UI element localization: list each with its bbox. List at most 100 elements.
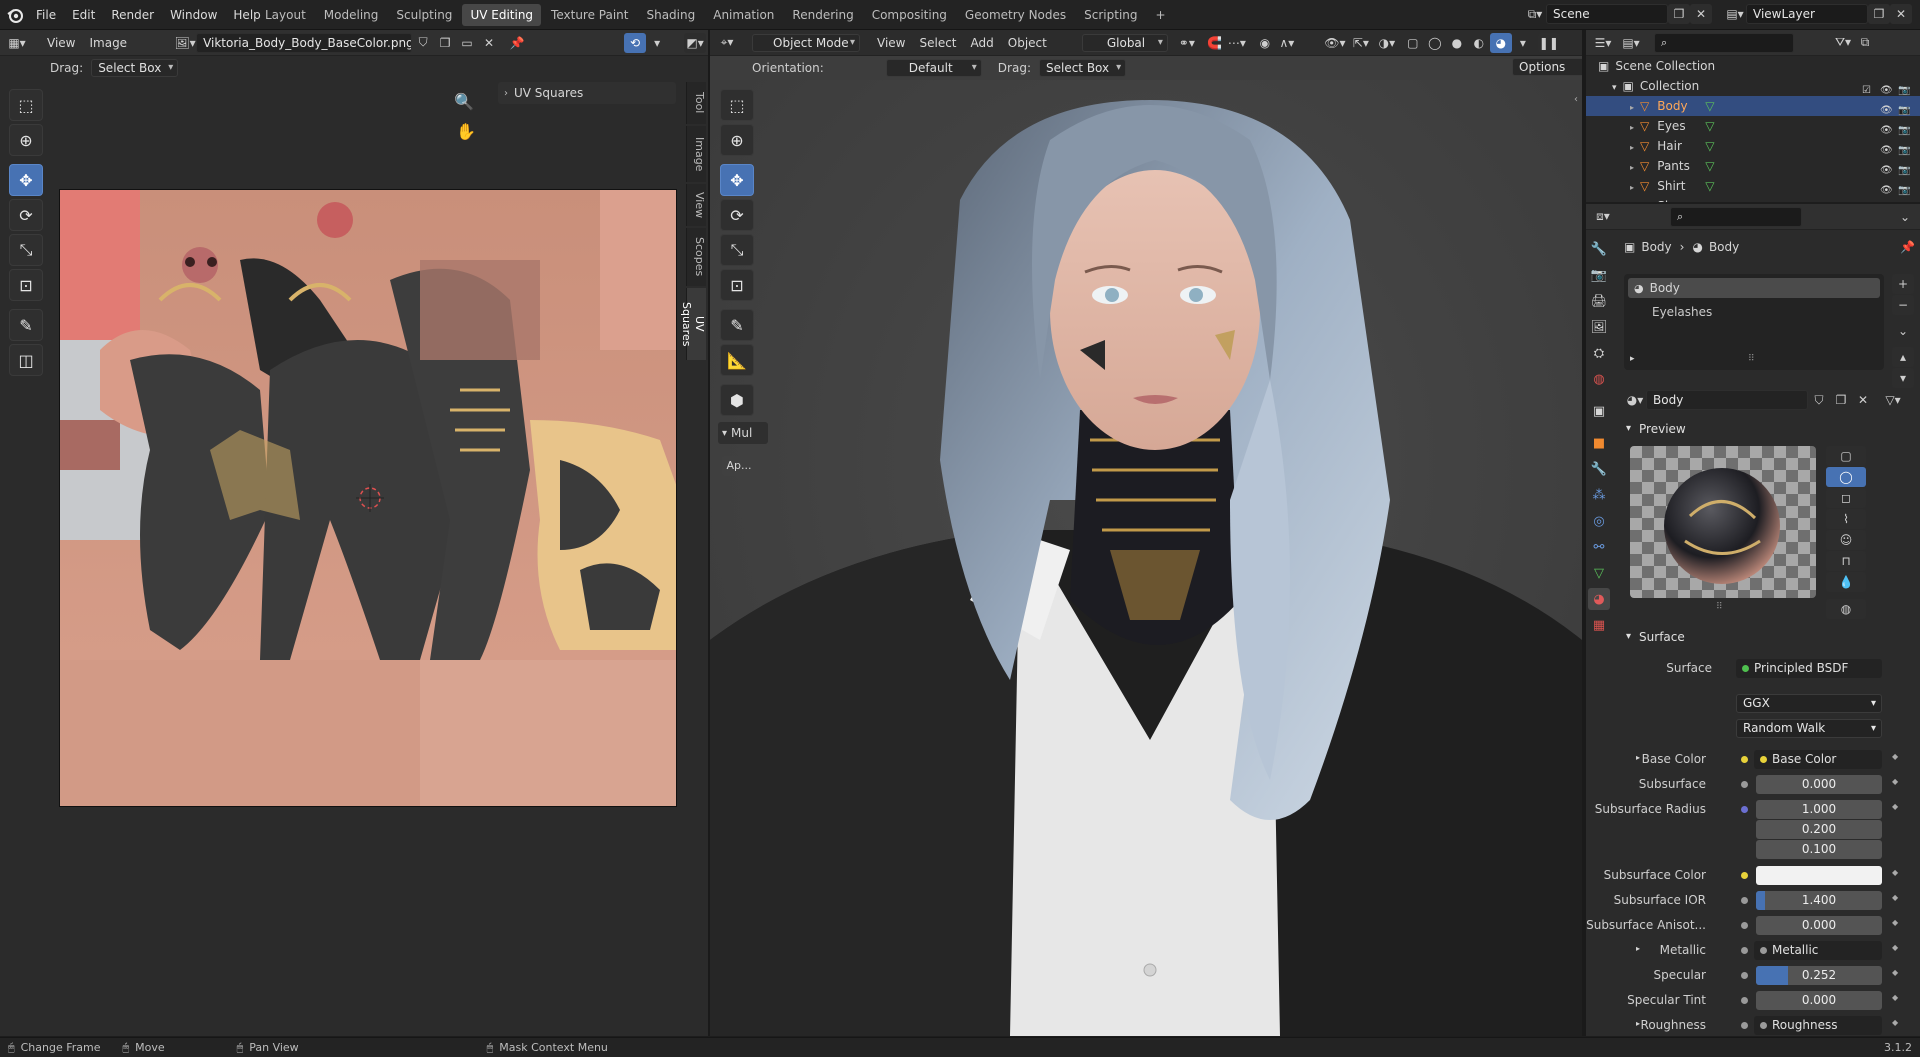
pivot-icon[interactable]: ⚭▾: [1176, 33, 1198, 53]
viewport-annotate-icon[interactable]: ✎: [720, 309, 754, 341]
viewlayer-icon[interactable]: ▤▾: [1724, 4, 1746, 24]
eye-icon[interactable]: 👁: [1880, 181, 1894, 196]
collection-tab-icon[interactable]: ▣: [1588, 400, 1610, 422]
viewport-cursor-icon[interactable]: ⊕: [720, 124, 754, 156]
viewport-move-icon[interactable]: ✥: [720, 164, 754, 196]
scene-tab-icon[interactable]: ⛭: [1588, 342, 1610, 364]
camera-icon[interactable]: 📷: [1898, 181, 1912, 196]
preview-monkey-icon[interactable]: ☺: [1826, 530, 1866, 550]
outliner-item-shoes[interactable]: ▸▽Shoes & Accessories▽👁📷: [1586, 196, 1920, 202]
slot-specials-icon[interactable]: ⌄: [1892, 321, 1914, 341]
viewport-transform-icon[interactable]: ⊡: [720, 269, 754, 301]
eye-icon[interactable]: 👁: [1880, 121, 1894, 136]
mesh-data-icon[interactable]: ▽: [1705, 179, 1714, 193]
keyframe-dot-icon[interactable]: ◆: [1892, 918, 1898, 927]
render-tab-icon[interactable]: 📷: [1588, 264, 1610, 286]
number-slider[interactable]: 0.252: [1756, 966, 1882, 985]
overlay-icon[interactable]: ◑▾: [1376, 33, 1398, 53]
expand-input-icon[interactable]: ▸: [1636, 1019, 1640, 1028]
image-browse-icon[interactable]: 🖼▾: [174, 33, 196, 53]
scene-icon[interactable]: ⧉▾: [1524, 4, 1546, 24]
tab-shading[interactable]: Shading: [638, 4, 703, 26]
xray-icon[interactable]: ▢: [1402, 33, 1424, 53]
camera-icon[interactable]: 📷: [1898, 141, 1912, 156]
socket-icon[interactable]: [1741, 947, 1748, 954]
world-tab-icon[interactable]: ◍: [1588, 368, 1610, 390]
viewport-scale-icon[interactable]: ⤡: [720, 234, 754, 266]
mesh-data-icon[interactable]: ▽: [1705, 139, 1714, 153]
uv-sync-icon[interactable]: ⟲: [624, 32, 647, 53]
uv-side-tab-view[interactable]: View: [686, 184, 706, 226]
pin-icon[interactable]: 📌: [506, 33, 528, 53]
eye-icon[interactable]: 👁: [1880, 141, 1894, 156]
surface-shader-field[interactable]: Principled BSDF: [1736, 659, 1882, 678]
viewport-options-dropdown[interactable]: Options: [1512, 58, 1582, 76]
uv-side-tab-uv-squares[interactable]: UV Squares: [680, 288, 706, 360]
material-link-icon[interactable]: ▽▾: [1882, 390, 1904, 410]
new-scene-icon[interactable]: ❐: [1668, 4, 1690, 24]
socket-icon[interactable]: [1741, 972, 1748, 979]
eye-icon[interactable]: 👁: [1880, 161, 1894, 176]
expand-input-icon[interactable]: ▸: [1636, 753, 1640, 762]
tab-rendering[interactable]: Rendering: [784, 4, 861, 26]
outliner-search-input[interactable]: ⌕: [1654, 32, 1794, 53]
tab-uv-editing[interactable]: UV Editing: [462, 4, 542, 26]
menu-edit[interactable]: Edit: [64, 0, 103, 30]
pause-render-icon[interactable]: ❚❚: [1537, 32, 1560, 53]
expand-icon[interactable]: ▾: [1612, 83, 1617, 93]
surface-section-header[interactable]: ▾ Surface: [1626, 626, 1685, 648]
outliner-editor-type-icon[interactable]: ☰▾: [1592, 33, 1614, 53]
expand-icon[interactable]: ▸: [1630, 183, 1634, 192]
add-workspace-button[interactable]: +: [1148, 4, 1174, 26]
annotate-tool-icon[interactable]: ✎: [9, 309, 43, 341]
uv-drag-dropdown[interactable]: Select Box: [91, 59, 179, 77]
material-name-field[interactable]: Body: [1646, 390, 1808, 410]
vector-component-field[interactable]: 1.000: [1756, 800, 1882, 819]
material-duplicate-icon[interactable]: ❐: [1830, 390, 1852, 410]
properties-options-icon[interactable]: ⌄: [1894, 207, 1916, 227]
camera-icon[interactable]: 📷: [1898, 121, 1912, 136]
preview-flat-icon[interactable]: ▢: [1826, 446, 1866, 466]
keyframe-dot-icon[interactable]: ◆: [1892, 868, 1898, 877]
select-box-tool-icon[interactable]: ⬚: [9, 89, 43, 121]
preview-hair-icon[interactable]: ⌇: [1826, 509, 1866, 529]
shading-options-icon[interactable]: ▾: [1512, 33, 1534, 53]
socket-icon[interactable]: [1741, 922, 1748, 929]
viewport-drag-dropdown[interactable]: Select Box: [1038, 59, 1127, 77]
sidebar-toggle-icon[interactable]: ‹: [1574, 94, 1578, 105]
socket-icon[interactable]: [1741, 1022, 1748, 1029]
apply-button[interactable]: Ap...: [722, 456, 756, 476]
tab-animation[interactable]: Animation: [705, 4, 782, 26]
linked-input-field[interactable]: Roughness: [1754, 1016, 1882, 1035]
viewport-measure-icon[interactable]: 📐: [720, 344, 754, 376]
tab-modeling[interactable]: Modeling: [316, 4, 387, 26]
gizmo-icon[interactable]: ⇱▾: [1350, 33, 1372, 53]
rip-tool-icon[interactable]: ◫: [9, 344, 43, 376]
preview-section-header[interactable]: ▾ Preview: [1626, 418, 1686, 440]
viewport-rotate-icon[interactable]: ⟳: [720, 199, 754, 231]
viewport-add-cube-icon[interactable]: ⬢: [720, 384, 754, 416]
shading-rendered-icon[interactable]: ◕: [1489, 32, 1512, 53]
linked-input-field[interactable]: Metallic: [1754, 941, 1882, 960]
material-browse-icon[interactable]: ◕▾: [1624, 390, 1646, 410]
open-image-icon[interactable]: ▭: [456, 33, 478, 53]
outliner-item-eyes[interactable]: ▸ ▽ Eyes ▽ 👁 📷: [1586, 116, 1920, 136]
delete-viewlayer-icon[interactable]: ✕: [1890, 4, 1912, 24]
particles-tab-icon[interactable]: ⁂: [1588, 484, 1610, 506]
editor-type-icon[interactable]: ▦▾: [6, 33, 28, 53]
zoom-icon[interactable]: 🔍: [454, 92, 474, 111]
expand-icon[interactable]: ▸: [1630, 143, 1634, 152]
outliner-item-shirt[interactable]: ▸ ▽ Shirt ▽ 👁 📷: [1586, 176, 1920, 196]
distribution-dropdown[interactable]: GGX: [1736, 694, 1882, 713]
move-slot-up-icon[interactable]: ▴: [1892, 347, 1914, 367]
uv-side-tab-tool[interactable]: Tool: [686, 82, 706, 124]
viewport-select-box-icon[interactable]: ⬚: [720, 89, 754, 121]
snap-icon[interactable]: 🧲: [1204, 33, 1226, 53]
scene-field[interactable]: Scene: [1546, 4, 1668, 24]
expand-icon[interactable]: ▸: [1630, 103, 1634, 112]
vector-component-field[interactable]: 0.200: [1756, 820, 1882, 839]
object-tab-icon[interactable]: ■: [1588, 432, 1610, 454]
keyframe-dot-icon[interactable]: ◆: [1892, 943, 1898, 952]
viewlayer-field[interactable]: ViewLayer: [1746, 4, 1868, 24]
camera-icon[interactable]: 📷: [1898, 81, 1912, 96]
